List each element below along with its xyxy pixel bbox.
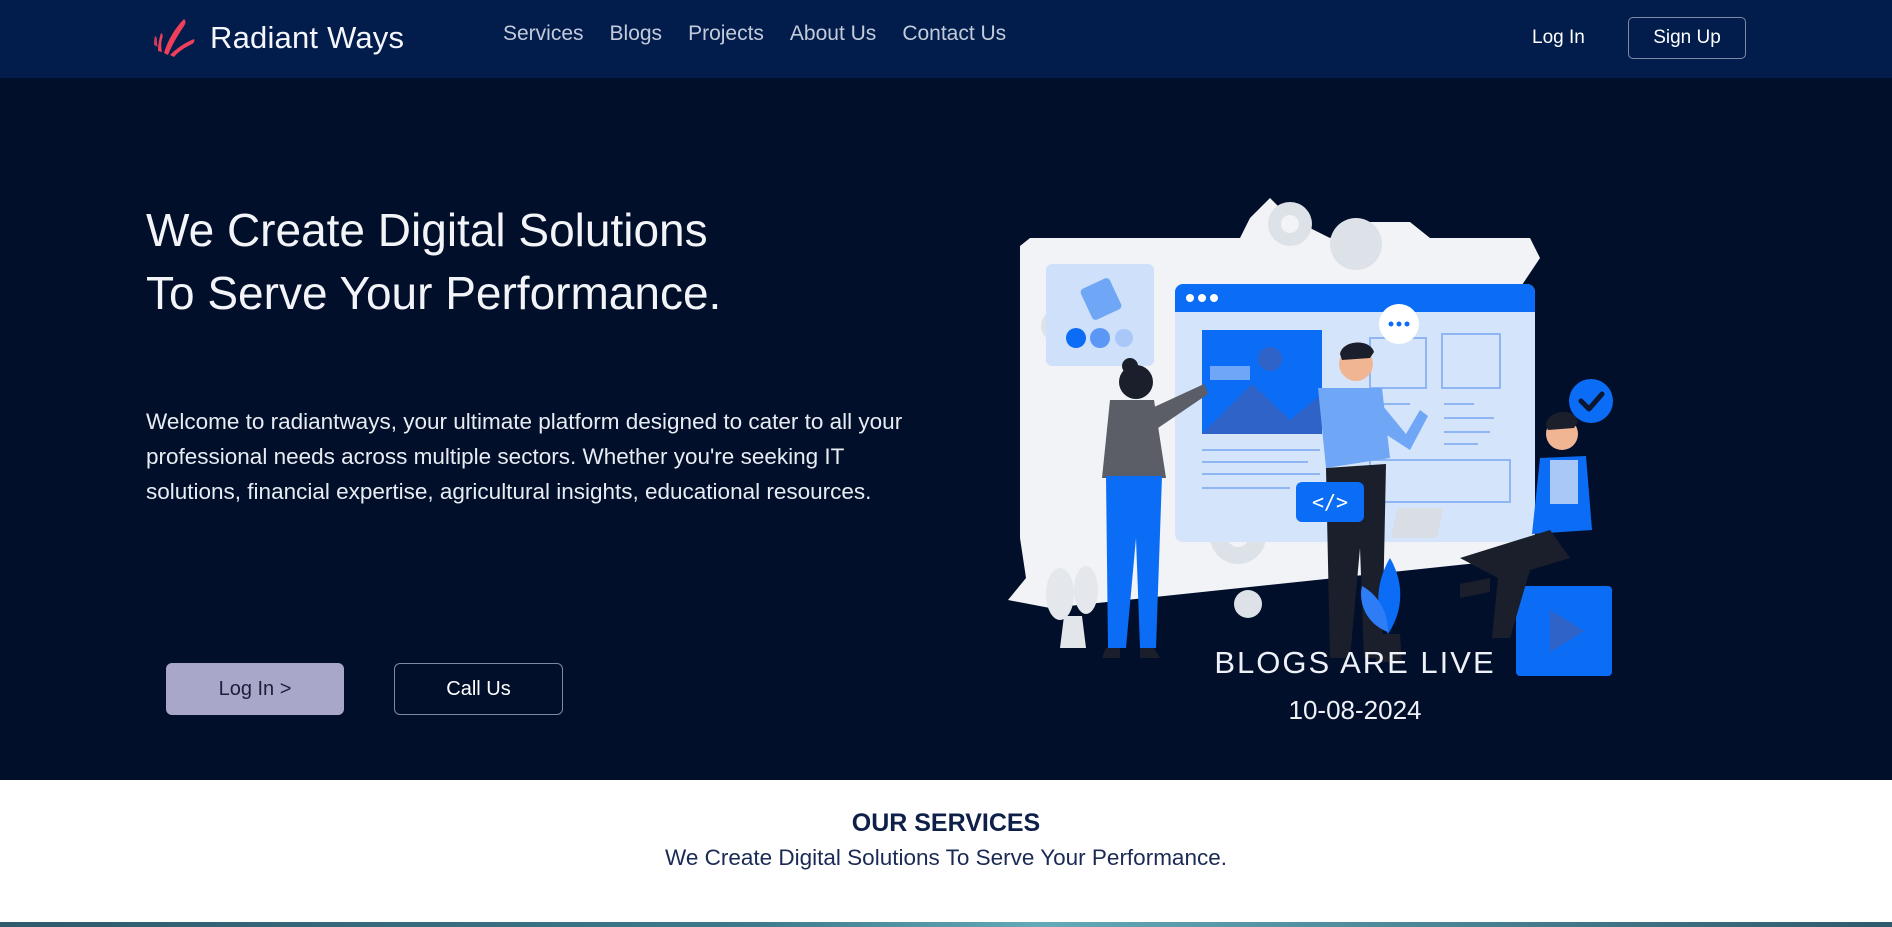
brand-name: Radiant Ways [210, 20, 405, 55]
code-badge-label: </> [1312, 490, 1348, 514]
hero-description: Welcome to radiantways, your ultimate pl… [146, 409, 903, 504]
hero-call-us-button[interactable]: Call Us [394, 663, 563, 715]
hero-title-line-2: To Serve Your Performance. [146, 267, 722, 319]
services-title: OUR SERVICES [851, 809, 1041, 837]
checkmark-badge-icon [1569, 379, 1613, 423]
nav-link-about-us[interactable]: About Us [790, 22, 876, 46]
blogs-live-heading: BLOGS ARE LIVE [1214, 645, 1496, 680]
hero-illustration: </> [1008, 198, 1613, 676]
hero-login-button[interactable]: Log In > [166, 663, 344, 715]
nav-login-link[interactable]: Log In [1532, 27, 1585, 49]
nav-link-blogs[interactable]: Blogs [610, 22, 663, 46]
services-section: OUR SERVICES We Create Digital Solutions… [0, 780, 1892, 927]
hero-title: We Create Digital Solutions To Serve You… [146, 199, 721, 325]
bottom-image-strip [0, 922, 1892, 927]
blogs-live-date: 10-08-2024 [1288, 695, 1422, 725]
services-subtitle: We Create Digital Solutions To Serve You… [665, 845, 1227, 870]
brand-logo[interactable]: Radiant Ways [150, 14, 404, 62]
nav-link-contact-us[interactable]: Contact Us [902, 22, 1006, 46]
brand-logo-icon [154, 19, 195, 57]
hero-section: We Create Digital Solutions To Serve You… [0, 78, 1892, 780]
hero-title-line-1: We Create Digital Solutions [146, 204, 708, 256]
nav-link-projects[interactable]: Projects [688, 22, 764, 46]
nav-link-services[interactable]: Services [503, 22, 584, 46]
top-navbar: Radiant Ways Services Blogs Projects Abo… [0, 0, 1892, 78]
nav-signup-button[interactable]: Sign Up [1628, 17, 1746, 59]
main-nav: Services Blogs Projects About Us Contact… [503, 22, 1006, 46]
